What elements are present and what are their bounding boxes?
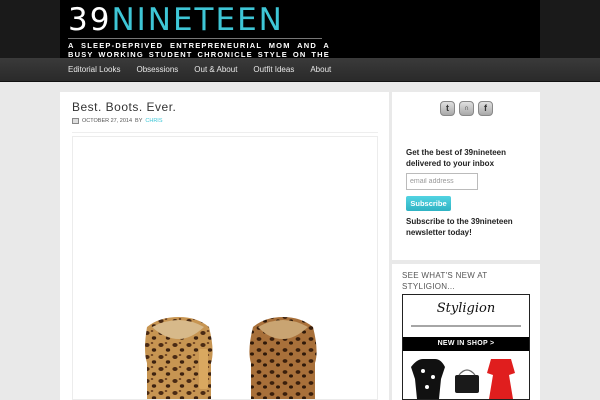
divider xyxy=(72,132,378,133)
site-logo[interactable]: 39NINETEEN A SLEEP-DEPRIVED ENTREPRENEUR… xyxy=(60,0,540,68)
post-article: Best. Boots. Ever. OCTOBER 27, 2014 BY C… xyxy=(60,92,389,400)
newsletter-footer: Subscribe to the 39nineteen newsletter t… xyxy=(406,217,513,237)
boots-illustration xyxy=(145,317,317,399)
nav-item-out-and-about[interactable]: Out & About xyxy=(186,58,245,82)
facebook-icon[interactable]: f xyxy=(478,101,493,116)
post-meta: OCTOBER 27, 2014 BY CHRIS xyxy=(72,118,163,124)
logo-divider xyxy=(68,38,322,39)
site-header: 39NINETEEN A SLEEP-DEPRIVED ENTREPRENEUR… xyxy=(0,0,600,68)
post-author-link[interactable]: CHRIS xyxy=(145,118,162,124)
logo-prefix: 39 xyxy=(68,2,112,38)
post-title[interactable]: Best. Boots. Ever. xyxy=(72,100,176,114)
nav-item-editorial-looks[interactable]: Editorial Looks xyxy=(60,58,128,82)
nav-item-about[interactable]: About xyxy=(302,58,339,82)
main-nav: Editorial Looks Obsessions Out & About O… xyxy=(0,58,600,82)
logo-accent: NINETEEN xyxy=(111,2,284,38)
styligion-widget: SEE WHAT'S NEW AT STYLIGION... Styligion… xyxy=(392,264,540,400)
calendar-icon xyxy=(72,118,79,124)
styligion-ad[interactable]: Styligion NEW IN SHOP > xyxy=(402,294,530,400)
nav-item-outfit-ideas[interactable]: Outfit Ideas xyxy=(245,58,302,82)
styligion-heading: SEE WHAT'S NEW AT STYLIGION... xyxy=(402,271,488,291)
newsletter-heading: Get the best of 39nineteen delivered to … xyxy=(406,148,507,168)
stumbleupon-icon[interactable]: ∩ xyxy=(459,101,474,116)
email-input[interactable] xyxy=(406,173,478,190)
post-date: OCTOBER 27, 2014 xyxy=(82,118,133,124)
new-in-shop-banner[interactable]: NEW IN SHOP > xyxy=(403,337,529,351)
post-by: BY xyxy=(135,118,143,124)
newsletter-widget: t ∩ f Get the best of 39nineteen deliver… xyxy=(392,92,540,260)
twitter-icon[interactable]: t xyxy=(440,101,455,116)
post-image-boots[interactable] xyxy=(72,136,378,400)
nav-item-obsessions[interactable]: Obsessions xyxy=(128,58,186,82)
logo-title: 39NINETEEN xyxy=(68,2,284,38)
subscribe-button[interactable]: Subscribe xyxy=(406,196,451,211)
